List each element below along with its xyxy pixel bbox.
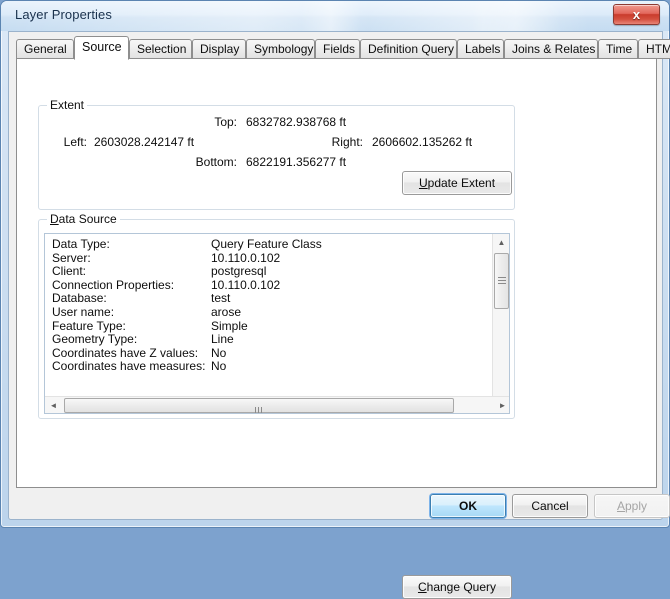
- data-source-row[interactable]: Data Type: Query Feature Class: [45, 237, 493, 251]
- data-source-row-value: arose: [211, 304, 242, 319]
- data-source-row-value: test: [211, 291, 231, 306]
- data-source-row-value: 10.110.0.102: [211, 277, 281, 292]
- data-source-row[interactable]: Connection Properties: 10.110.0.102: [45, 278, 493, 292]
- tab-labels[interactable]: Labels: [457, 39, 504, 59]
- data-source-row-value: Query Feature Class: [211, 237, 322, 251]
- extent-top-label: Top:: [214, 115, 237, 129]
- aero-streak: [471, 1, 561, 31]
- data-source-row-value: Simple: [211, 318, 248, 333]
- data-source-row[interactable]: User name: arose: [45, 305, 493, 319]
- chevron-up-icon: ▲: [497, 238, 506, 247]
- tab-html-popup[interactable]: HTML Popup: [638, 39, 670, 59]
- data-source-row[interactable]: Coordinates have measures: No: [45, 359, 493, 373]
- data-source-row-value: Line: [211, 332, 234, 347]
- data-source-row-key: Database:: [52, 291, 107, 306]
- extent-bottom-value: 6822191.356277 ft: [246, 155, 347, 169]
- apply-button: Apply: [594, 494, 670, 518]
- horizontal-scrollbar-thumb[interactable]: [64, 398, 454, 413]
- data-source-row-key: Geometry Type:: [52, 332, 138, 347]
- data-source-group: Data Source Data Type: Query Feature Clas…: [38, 212, 515, 599]
- update-extent-accel: Update Extent: [418, 176, 496, 190]
- tab-selection[interactable]: Selection: [129, 39, 192, 59]
- tab-page-source: Extent Top: 6832782.938768 ft Left: 2603…: [16, 58, 657, 599]
- data-source-row-key: Data Type:: [52, 237, 110, 251]
- tab-symbology[interactable]: Symbology: [246, 39, 315, 59]
- chevron-left-icon: ◄: [49, 401, 58, 410]
- data-source-row-key: Coordinates have measures:: [52, 359, 206, 374]
- vertical-scrollbar-thumb[interactable]: [494, 253, 509, 309]
- cancel-button[interactable]: Cancel: [512, 494, 588, 518]
- extent-group: Extent Top: 6832782.938768 ft Left: 2603…: [38, 98, 515, 210]
- data-source-row-key: Server:: [52, 250, 91, 265]
- scrollbar-grip-icon: [255, 402, 264, 413]
- data-source-row[interactable]: Client: postgresql: [45, 264, 493, 278]
- update-extent-button[interactable]: Update Extent: [402, 171, 512, 195]
- scroll-up-button[interactable]: ▲: [493, 234, 509, 251]
- tab-strip: General Source Selection Display Symbology Fi…: [16, 36, 670, 60]
- data-source-row[interactable]: Server: 10.110.0.102: [45, 251, 493, 265]
- data-source-listbox[interactable]: Data Type: Query Feature Class Server: 10.1…: [44, 233, 510, 414]
- change-query-button[interactable]: Change Query: [402, 575, 512, 599]
- data-source-row-key: Connection Properties:: [52, 277, 175, 292]
- scroll-right-button[interactable]: ►: [494, 397, 509, 413]
- tab-general[interactable]: General: [16, 39, 74, 59]
- data-source-row-value: postgresql: [211, 264, 267, 279]
- close-button[interactable]: x: [613, 4, 660, 25]
- title-bar: Layer Properties x: [1, 1, 669, 31]
- data-source-row[interactable]: Feature Type: Simple: [45, 319, 493, 333]
- data-source-row-key: Feature Type:: [52, 318, 126, 333]
- tab-source[interactable]: Source: [74, 36, 129, 60]
- chevron-right-icon: ►: [498, 401, 507, 410]
- extent-group-title: Extent: [47, 98, 88, 112]
- scrollbar-grip-icon: [498, 277, 506, 284]
- data-source-row[interactable]: Database: test: [45, 291, 493, 305]
- dialog-window: Layer Properties x General Source Selectio…: [0, 0, 670, 599]
- data-source-rows: Data Type: Query Feature Class Server: 10.1…: [45, 237, 493, 373]
- close-icon: x: [632, 7, 641, 22]
- extent-bottom-label: Bottom:: [195, 155, 237, 169]
- tab-joins-relates[interactable]: Joins & Relates: [504, 39, 598, 59]
- data-source-row[interactable]: Coordinates have Z values: No: [45, 346, 493, 360]
- vertical-scrollbar[interactable]: ▲ ▼: [492, 234, 509, 413]
- data-source-row-value: 10.110.0.102: [211, 250, 281, 265]
- tab-display[interactable]: Display: [192, 39, 246, 59]
- tab-fields[interactable]: Fields: [315, 39, 360, 59]
- data-source-row-key: User name:: [52, 304, 115, 319]
- ok-button[interactable]: OK: [430, 494, 506, 518]
- extent-left-label: Left:: [63, 135, 87, 149]
- horizontal-scrollbar[interactable]: ◄ ►: [45, 396, 509, 413]
- data-source-row-key: Coordinates have Z values:: [52, 345, 199, 360]
- data-source-group-title: Data Source: [47, 212, 120, 226]
- data-source-row-value: No: [211, 359, 227, 374]
- aero-streak: [301, 1, 361, 31]
- apply-accel: Apply: [616, 499, 648, 513]
- scroll-left-button[interactable]: ◄: [45, 397, 62, 413]
- tab-definition-query[interactable]: Definition Query: [360, 39, 457, 59]
- data-source-row-key: Client:: [52, 264, 87, 279]
- extent-top-value: 6832782.938768 ft: [246, 115, 347, 129]
- window-title: Layer Properties: [15, 7, 112, 22]
- extent-left-value: 2603028.242147 ft: [94, 135, 195, 149]
- tab-time[interactable]: Time: [598, 39, 638, 59]
- extent-right-label: Right:: [331, 135, 363, 149]
- data-source-row-value: No: [211, 345, 227, 360]
- dialog-client-area: General Source Selection Display Symbology Fi…: [8, 31, 670, 599]
- change-query-accel: Change Query: [417, 580, 497, 594]
- extent-right-value: 2606602.135262 ft: [372, 135, 473, 149]
- data-source-row[interactable]: Geometry Type: Line: [45, 332, 493, 346]
